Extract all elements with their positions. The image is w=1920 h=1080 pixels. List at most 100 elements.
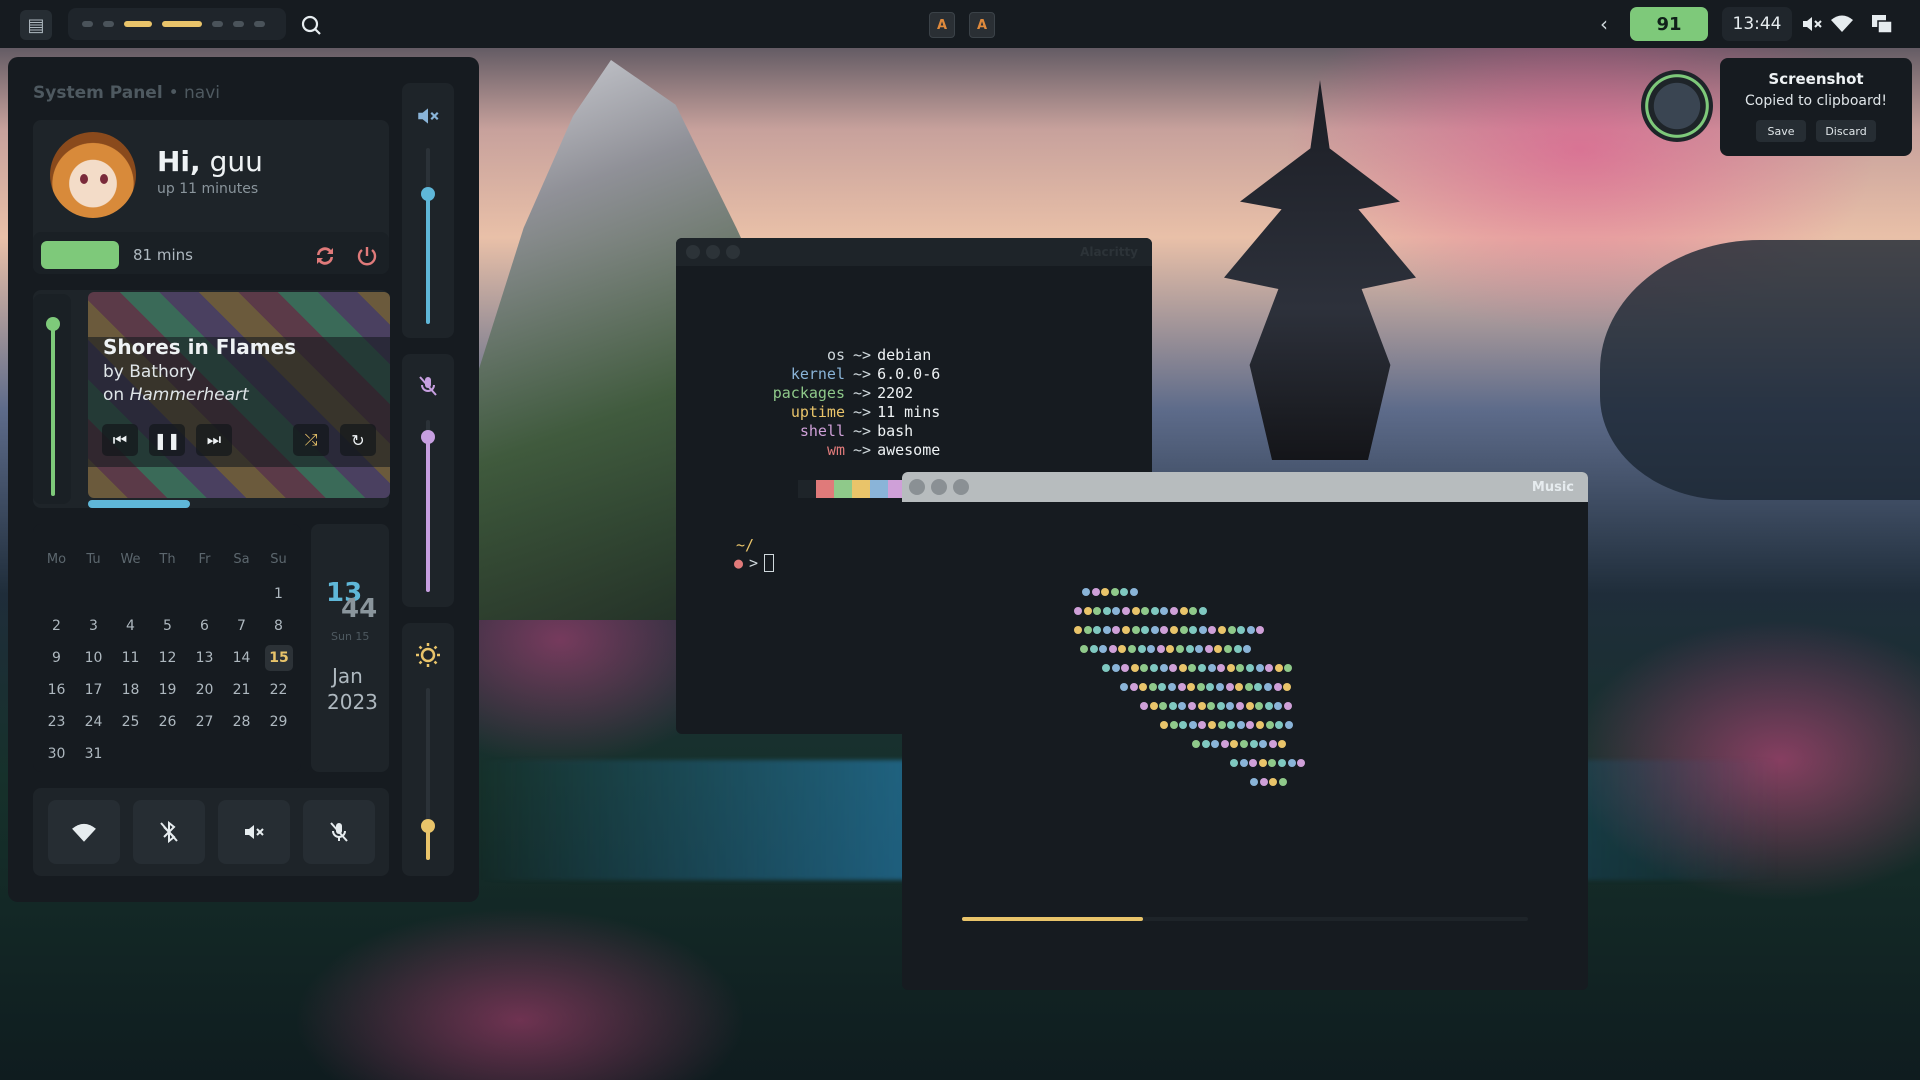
window-close-button[interactable] (686, 245, 700, 259)
volume-slider-knob[interactable] (421, 187, 435, 201)
tray-toggle-button[interactable]: ‹ (1600, 12, 1608, 36)
window-maximize-button[interactable] (726, 245, 740, 259)
calendar-day[interactable]: 29 (260, 706, 297, 738)
visualizer-dot (1140, 702, 1148, 710)
music-titlebar[interactable]: Music (902, 472, 1588, 502)
calendar-day[interactable]: 19 (149, 674, 186, 706)
music-window[interactable]: Music (902, 472, 1588, 990)
volume-mute-icon[interactable] (1800, 12, 1824, 36)
pause-button[interactable]: ❚❚ (149, 424, 185, 456)
window-minimize-button[interactable] (706, 245, 720, 259)
calendar-day[interactable]: 14 (223, 642, 260, 674)
brightness-icon[interactable] (415, 642, 441, 668)
calendar-day[interactable]: 8 (260, 610, 297, 642)
visualizer-dot (1243, 645, 1252, 653)
window-close-button[interactable] (909, 479, 925, 495)
calendar-day[interactable]: 4 (112, 610, 149, 642)
calendar-day[interactable]: 12 (149, 642, 186, 674)
calendar-day[interactable]: 30 (38, 738, 75, 770)
calendar-day[interactable]: 21 (223, 674, 260, 706)
power-icon (357, 247, 377, 266)
bluetooth-toggle[interactable] (133, 800, 205, 864)
visualizer-dot (1244, 683, 1253, 691)
calendar-day[interactable]: 11 (112, 642, 149, 674)
visualizer-dot (1264, 702, 1273, 710)
calendar-day[interactable]: 23 (38, 706, 75, 738)
visualizer-dot (1129, 683, 1138, 691)
calendar-day[interactable]: 10 (75, 642, 112, 674)
visualizer-dot (1150, 664, 1158, 672)
layout-icon[interactable] (1870, 12, 1894, 36)
shuffle-button[interactable]: ⤮ (293, 424, 329, 456)
repeat-button[interactable]: ↻ (340, 424, 376, 456)
calendar-day[interactable]: 26 (149, 706, 186, 738)
visualizer-dot (1189, 626, 1198, 634)
wifi-icon[interactable] (1830, 12, 1854, 36)
calendar-day[interactable]: 18 (112, 674, 149, 706)
calendar-day[interactable]: 2 (38, 610, 75, 642)
restart-button[interactable] (309, 240, 341, 272)
calendar-day[interactable]: 5 (149, 610, 186, 642)
visualizer-dot (1240, 740, 1248, 748)
workspace-tag[interactable] (162, 21, 202, 27)
notification-save-button[interactable]: Save (1756, 120, 1806, 142)
calendar-day[interactable]: 7 (223, 610, 260, 642)
clock[interactable]: 13:44 (1722, 7, 1792, 41)
calendar-empty-cell (260, 738, 297, 770)
mic-off-icon[interactable] (417, 374, 439, 398)
workspace-tag[interactable] (103, 21, 114, 27)
window-maximize-button[interactable] (953, 479, 969, 495)
volume-mute-icon[interactable] (415, 103, 441, 129)
workspace-tag[interactable] (254, 21, 265, 27)
workspace-tag[interactable] (212, 21, 223, 27)
mic-slider-knob[interactable] (421, 430, 435, 444)
taskbar-item-music[interactable]: A (969, 12, 995, 38)
taskbar-item-terminal[interactable]: A (929, 12, 955, 38)
media-progress-bar[interactable] (88, 500, 190, 508)
calendar-day[interactable]: 16 (38, 674, 75, 706)
visualizer-dot (1179, 607, 1188, 615)
next-button[interactable]: ⏭ (196, 424, 232, 456)
window-minimize-button[interactable] (931, 479, 947, 495)
visualizer-dot (1102, 626, 1111, 634)
visualizer-dot (1273, 683, 1282, 691)
calendar-day[interactable]: 28 (223, 706, 260, 738)
visualizer-dot (1268, 740, 1277, 748)
mic-toggle[interactable] (303, 800, 375, 864)
volume-toggle[interactable] (218, 800, 290, 864)
app-launcher-button[interactable]: ▤ (20, 10, 52, 40)
calendar-day[interactable]: 24 (75, 706, 112, 738)
calendar-day[interactable]: 17 (75, 674, 112, 706)
media-volume-knob[interactable] (46, 317, 60, 331)
visualizer-dot (1111, 664, 1120, 672)
calendar-day[interactable]: 27 (186, 706, 223, 738)
power-button[interactable] (351, 240, 383, 272)
calendar-day[interactable]: 25 (112, 706, 149, 738)
calendar-today[interactable]: 15 (265, 645, 293, 671)
workspace-tag[interactable] (233, 21, 244, 27)
notification-discard-button[interactable]: Discard (1816, 120, 1876, 142)
volume-slider-fill (426, 194, 430, 324)
workspace-tag[interactable] (124, 21, 152, 27)
visualizer-dot (1255, 702, 1264, 710)
calendar-day[interactable]: 9 (38, 642, 75, 674)
terminal-titlebar[interactable]: Alacritty (676, 238, 1152, 266)
prompt-line[interactable]: ● > (734, 554, 775, 572)
previous-button[interactable]: ⏮ (102, 424, 138, 456)
fetch-key: packages (772, 384, 845, 402)
calendar-day[interactable]: 20 (186, 674, 223, 706)
calendar-day[interactable]: 31 (75, 738, 112, 770)
calendar-day[interactable]: 13 (186, 642, 223, 674)
visualizer-dot (1178, 702, 1187, 710)
visualizer-dot (1169, 664, 1178, 672)
fetch-separator: ~> (853, 422, 872, 440)
workspace-tag[interactable] (82, 21, 93, 27)
calendar-day[interactable]: 6 (186, 610, 223, 642)
calendar-day[interactable]: 1 (260, 578, 297, 610)
calendar-day[interactable]: 22 (260, 674, 297, 706)
calendar-day[interactable]: 3 (75, 610, 112, 642)
battery-indicator[interactable]: 91 (1630, 7, 1708, 41)
wifi-toggle[interactable] (48, 800, 120, 864)
brightness-slider-knob[interactable] (421, 819, 435, 833)
search-button[interactable] (296, 10, 326, 40)
